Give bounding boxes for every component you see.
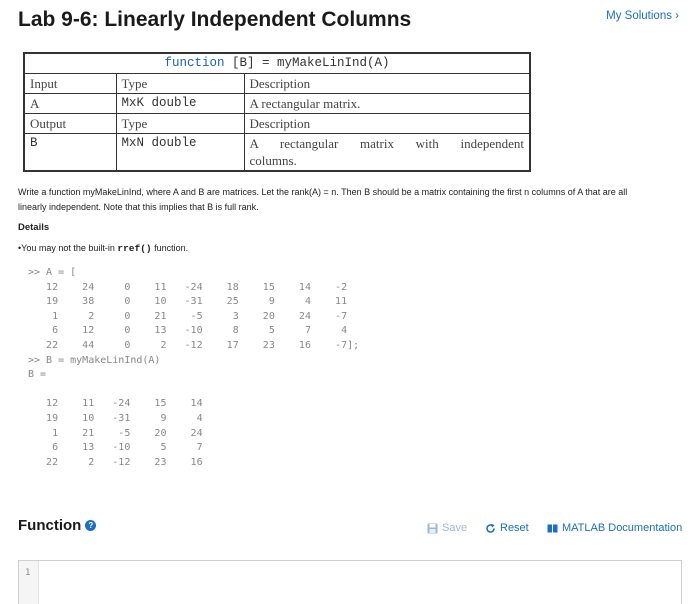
table-row: B MxN double A rectangular matrix with i…: [23, 133, 531, 172]
table-row: A MxK double A rectangular matrix.: [23, 93, 531, 114]
matlab-documentation-link[interactable]: MATLAB Documentation: [547, 522, 682, 534]
problem-description: Write a function myMakeLinInd, where A a…: [18, 187, 628, 212]
code-example: >> A = [ 12 24 0 11 -24 18 15 14 -2 19 3…: [28, 267, 360, 468]
documentation-label: MATLAB Documentation: [562, 522, 683, 534]
bullet-text: function.: [151, 243, 189, 253]
table-cell: Type: [115, 113, 245, 134]
reset-button[interactable]: Reset: [485, 522, 529, 534]
help-icon[interactable]: ?: [85, 520, 97, 531]
table-row: Output Type Description: [23, 113, 531, 134]
table-cell: B: [23, 133, 117, 172]
function-declaration: [B] = myMakeLinInd(A): [224, 56, 390, 70]
line-number: 1: [25, 568, 31, 578]
details-bullet: •You may not the built-in rref() functio…: [18, 243, 188, 254]
page-title: Lab 9-6: Linearly Independent Columns: [18, 8, 412, 31]
details-heading: Details: [18, 222, 50, 233]
table-cell: A rectangular matrix.: [243, 93, 531, 114]
function-keyword: function: [164, 56, 225, 70]
reset-label: Reset: [500, 522, 529, 534]
function-signature: function [B] = myMakeLinInd(A): [23, 52, 531, 74]
save-label: Save: [442, 522, 468, 534]
function-signature-table: function [B] = myMakeLinInd(A) Input Typ…: [23, 52, 531, 172]
code-editor[interactable]: 1: [18, 560, 682, 604]
table-cell: Input: [23, 73, 117, 94]
inline-code: rref(): [117, 243, 152, 254]
table-cell: MxN double: [115, 133, 245, 172]
my-solutions-link[interactable]: My Solutions ›: [606, 10, 679, 22]
table-cell: A: [23, 93, 117, 114]
table-cell: A rectangular matrix with independent co…: [243, 133, 531, 172]
function-title: Function: [18, 517, 82, 534]
save-button[interactable]: Save: [427, 522, 467, 534]
save-icon: [427, 523, 438, 533]
table-cell: MxK double: [115, 93, 245, 114]
table-row: Input Type Description: [23, 73, 531, 94]
description-line: columns.: [249, 153, 297, 168]
function-section-title: Function?: [18, 517, 97, 534]
reset-icon: [486, 523, 495, 533]
table-cell: Description: [243, 113, 531, 134]
book-icon: [547, 524, 558, 532]
table-cell: Output: [23, 113, 117, 134]
bullet-text: •You may not the built-in: [18, 243, 118, 253]
description-line: A rectangular matrix with independent: [249, 136, 525, 151]
table-cell: Description: [243, 73, 531, 94]
line-number-gutter: 1: [19, 561, 39, 604]
table-cell: Type: [115, 73, 245, 94]
